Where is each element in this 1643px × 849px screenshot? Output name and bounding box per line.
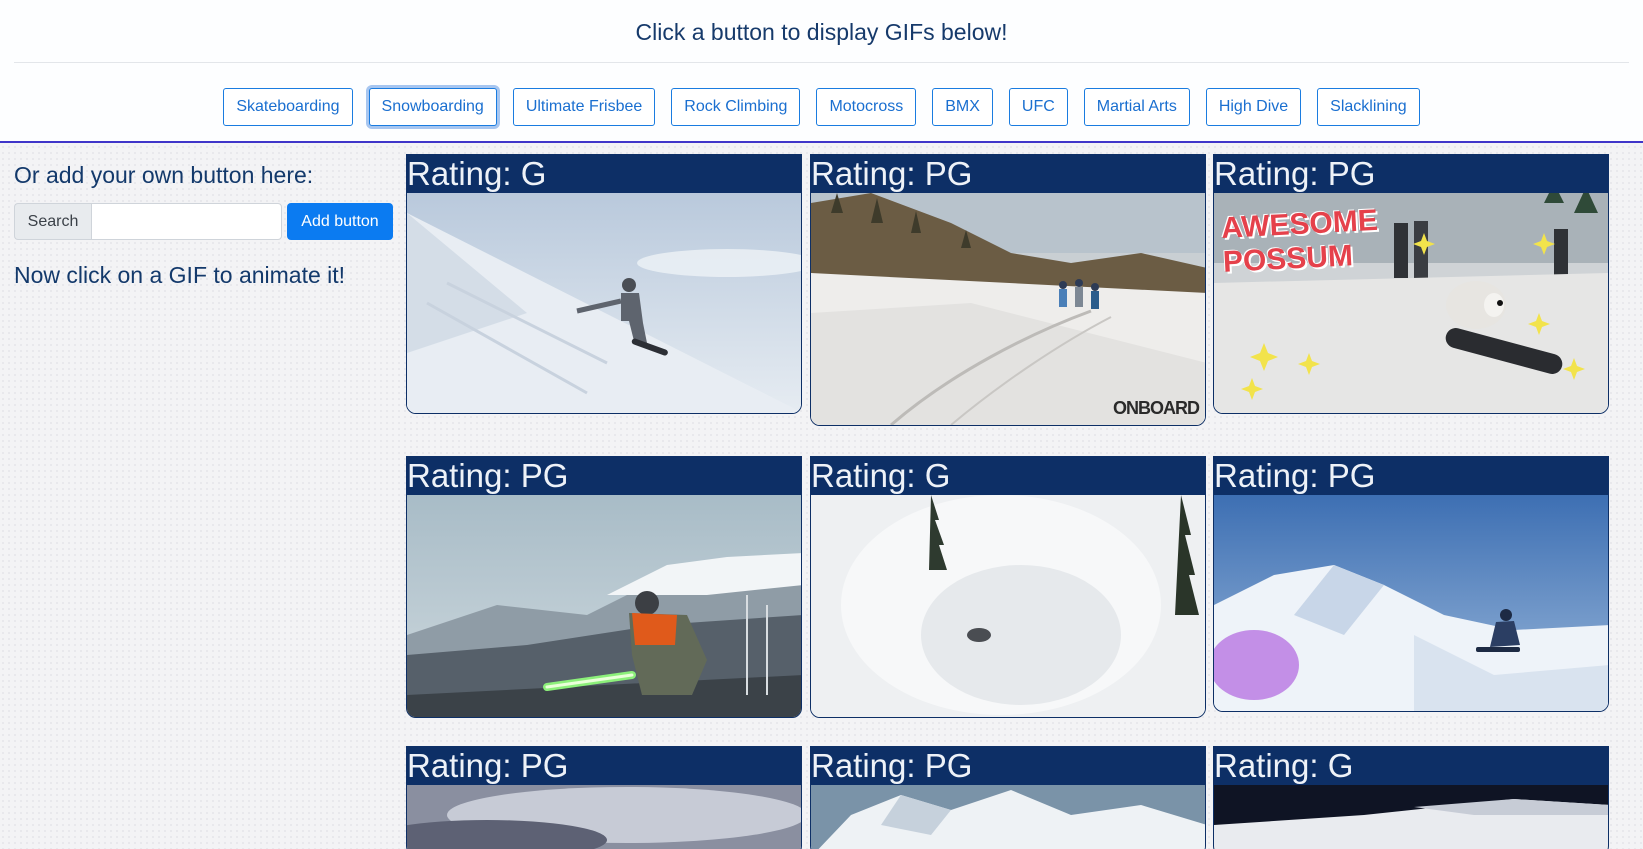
topic-button-motocross[interactable]: Motocross bbox=[816, 88, 917, 126]
topic-button-martial-arts[interactable]: Martial Arts bbox=[1083, 88, 1190, 126]
sidebar: Or add your own button here: Search Add … bbox=[14, 162, 394, 289]
snowboarder-slope-image bbox=[407, 193, 801, 413]
topic-button-slacklining[interactable]: Slacklining bbox=[1317, 88, 1420, 126]
gif-rating: Rating: PG bbox=[407, 747, 801, 785]
gif-image[interactable] bbox=[407, 193, 801, 413]
powder-spray-image bbox=[811, 495, 1205, 717]
header-title: Click a button to display GIFs below! bbox=[635, 19, 1008, 45]
gif-card[interactable]: Rating: G bbox=[1213, 746, 1609, 849]
gif-card[interactable]: Rating: PG bbox=[1213, 456, 1609, 712]
gif-image[interactable]: AWESOME POSSUM bbox=[1214, 183, 1608, 413]
gif-card[interactable]: Rating: PG bbox=[810, 746, 1206, 849]
search-label: Search bbox=[14, 203, 91, 240]
search-input[interactable] bbox=[91, 203, 282, 240]
gif-image[interactable] bbox=[811, 785, 1205, 849]
gif-card[interactable]: Rating: G bbox=[810, 456, 1206, 718]
gif-card[interactable]: Rating: PG bbox=[406, 746, 802, 849]
gif-image[interactable] bbox=[407, 495, 801, 717]
gif-card[interactable]: Rating: PG AWESOME POSSUM bbox=[1213, 154, 1609, 414]
gif-rating: Rating: PG bbox=[407, 457, 801, 495]
topic-button-skateboarding[interactable]: Skateboarding bbox=[223, 88, 353, 126]
snowboard-park-image bbox=[811, 193, 1205, 425]
gif-rating: Rating: PG bbox=[1214, 457, 1608, 495]
gif-image[interactable] bbox=[1214, 495, 1608, 711]
cornice-snowboarder-image bbox=[1214, 495, 1608, 711]
gif-rating: Rating: G bbox=[407, 155, 801, 193]
add-button-form: Search Add button bbox=[14, 203, 394, 240]
add-button-heading: Or add your own button here: bbox=[14, 162, 314, 188]
gif-card[interactable]: Rating: G bbox=[406, 154, 802, 414]
animate-instruction: Now click on a GIF to animate it! bbox=[14, 262, 346, 288]
gif-card[interactable]: Rating: PG ONBOARD bbox=[810, 154, 1206, 426]
gif-rating: Rating: PG bbox=[1214, 155, 1608, 193]
topic-button-rock-climbing[interactable]: Rock Climbing bbox=[671, 88, 801, 126]
gif-image[interactable] bbox=[1214, 785, 1608, 849]
gif-rating: Rating: PG bbox=[811, 747, 1205, 785]
gif-image[interactable] bbox=[811, 495, 1205, 717]
topic-button-ultimate-frisbee[interactable]: Ultimate Frisbee bbox=[512, 88, 656, 126]
dark-slope-image bbox=[1214, 785, 1608, 849]
gif-image[interactable] bbox=[407, 785, 801, 849]
onboard-watermark: ONBOARD bbox=[1113, 398, 1200, 418]
possum-caption: AWESOME POSSUM bbox=[1220, 203, 1379, 279]
cloudy-mountain-image bbox=[407, 785, 801, 849]
add-button[interactable]: Add button bbox=[287, 203, 393, 240]
gif-image[interactable]: ONBOARD bbox=[811, 193, 1205, 425]
topic-button-snowboarding[interactable]: Snowboarding bbox=[368, 88, 497, 126]
gif-card[interactable]: Rating: PG bbox=[406, 456, 802, 718]
gif-rating: Rating: PG bbox=[811, 155, 1205, 193]
topic-button-high-dive[interactable]: High Dive bbox=[1205, 88, 1302, 126]
page-header: Click a button to display GIFs below! Sk… bbox=[0, 0, 1643, 143]
topic-button-ufc[interactable]: UFC bbox=[1008, 88, 1068, 126]
gif-rating: Rating: G bbox=[1214, 747, 1608, 785]
gif-rating: Rating: G bbox=[811, 457, 1205, 495]
topic-button-bmx[interactable]: BMX bbox=[932, 88, 993, 126]
snowy-peaks-image bbox=[811, 785, 1205, 849]
lightsaber-snowboarder-image bbox=[407, 495, 801, 717]
topic-button-row: Skateboarding Snowboarding Ultimate Fris… bbox=[0, 88, 1643, 126]
header-divider bbox=[14, 62, 1629, 63]
